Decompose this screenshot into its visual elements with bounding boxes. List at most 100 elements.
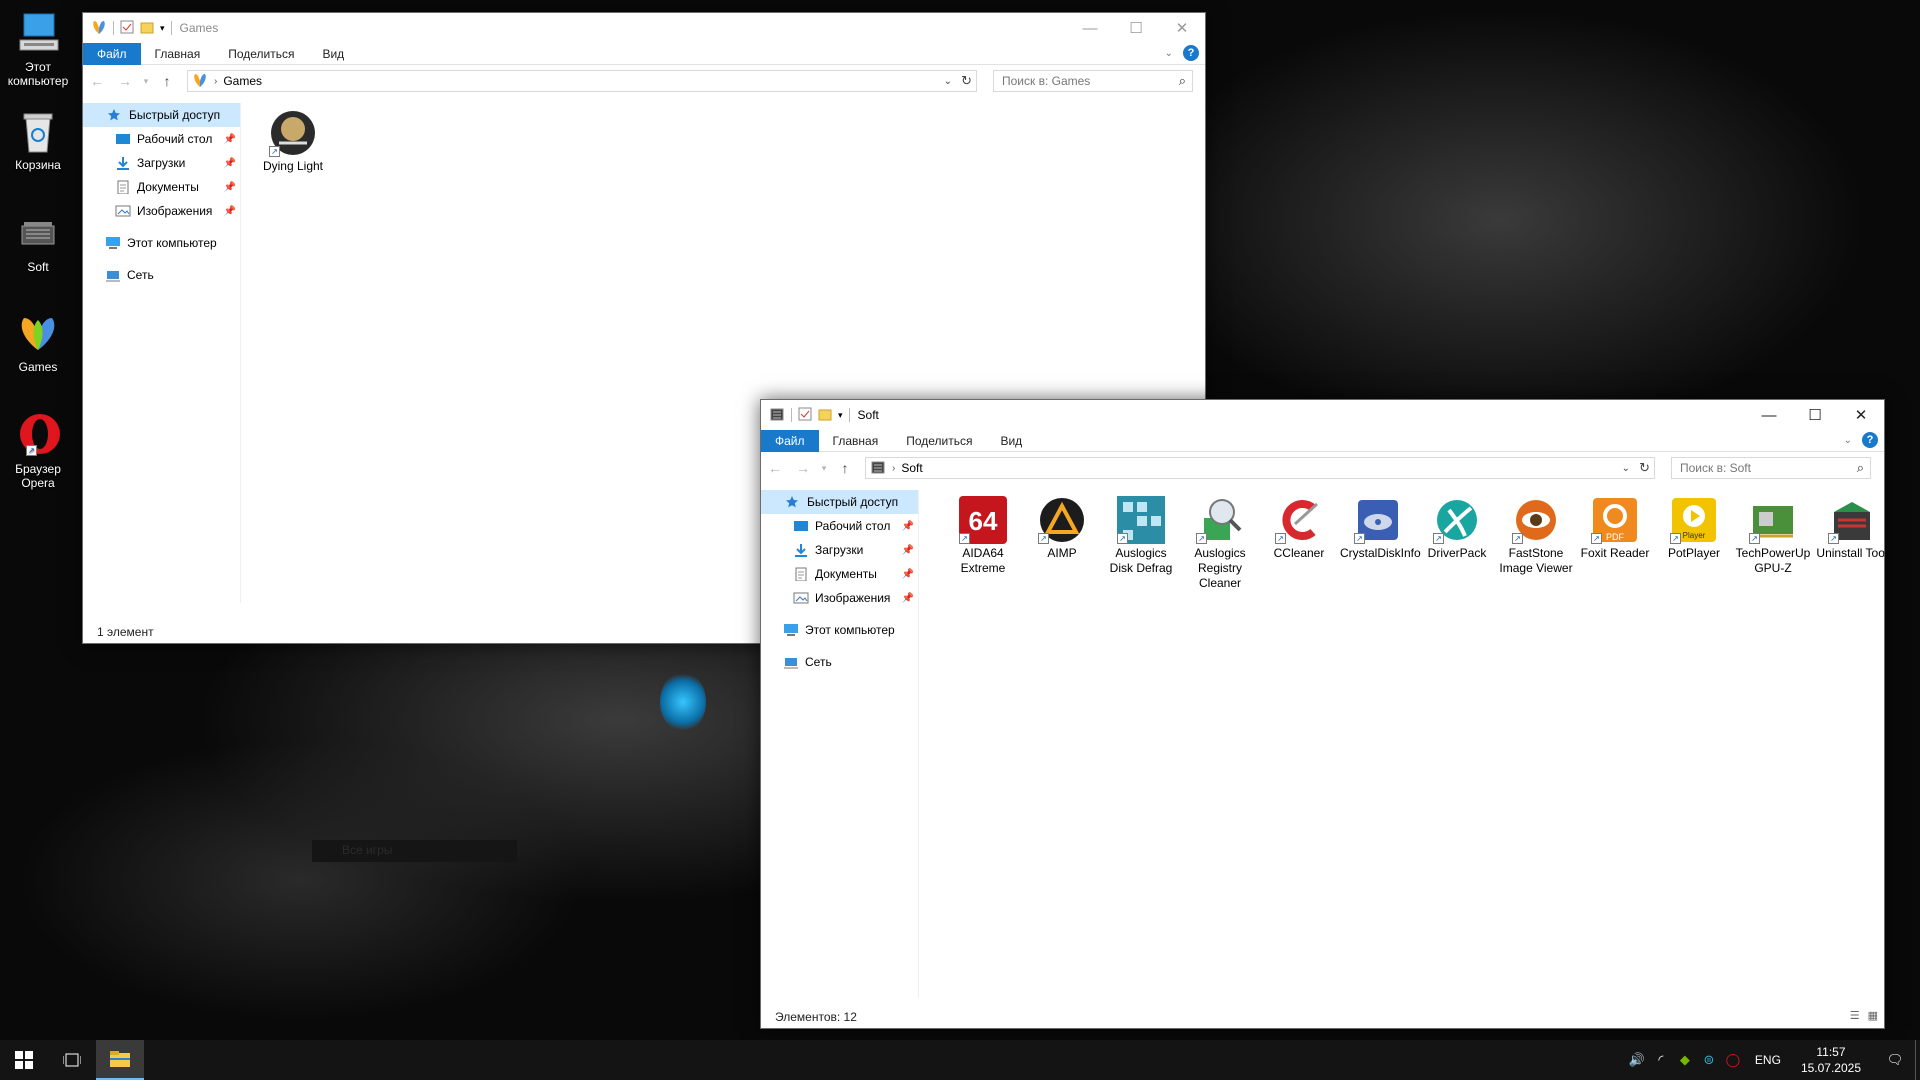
nav-desktop[interactable]: Рабочий стол 📌 [761, 514, 918, 538]
tab-home[interactable]: Главная [141, 43, 215, 65]
breadcrumb-chevron-icon[interactable]: › [214, 76, 217, 87]
pin-icon[interactable]: 📌 [902, 545, 914, 556]
file-item[interactable]: PDF ↗ Foxit Reader [1577, 496, 1653, 561]
large-icons-view-icon[interactable]: ▦ [1868, 1009, 1878, 1022]
chevron-down-icon[interactable]: ▾ [838, 410, 843, 421]
pin-icon[interactable]: 📌 [224, 206, 236, 217]
nav-desktop[interactable]: Рабочий стол 📌 [83, 127, 240, 151]
chevron-down-icon[interactable]: ▾ [160, 23, 165, 34]
new-folder-icon[interactable] [818, 407, 832, 424]
tab-file[interactable]: Файл [83, 42, 141, 65]
back-button[interactable]: ← [761, 460, 789, 476]
forward-button[interactable]: → [111, 73, 139, 89]
maximize-button[interactable]: ☐ [1792, 400, 1838, 430]
address-bar[interactable]: › Soft ⌄ ↻ [865, 457, 1655, 479]
file-item[interactable]: ↗ AIMP [1024, 496, 1100, 561]
nav-downloads[interactable]: Загрузки 📌 [83, 151, 240, 175]
tray-app-icon[interactable]: ⊜ [1697, 1052, 1721, 1068]
nav-documents[interactable]: Документы 📌 [83, 175, 240, 199]
close-button[interactable]: ✕ [1159, 13, 1205, 43]
address-dropdown-icon[interactable]: ⌄ [944, 76, 952, 87]
address-dropdown-icon[interactable]: ⌄ [1622, 463, 1630, 474]
search-icon[interactable]: ⌕ [1857, 460, 1864, 476]
new-folder-icon[interactable] [140, 20, 154, 37]
file-item[interactable]: ↗ Auslogics Registry Cleaner [1182, 496, 1258, 591]
nvidia-icon[interactable]: ◆ [1673, 1052, 1697, 1068]
properties-icon[interactable] [120, 20, 134, 37]
tab-home[interactable]: Главная [819, 430, 893, 452]
details-view-icon[interactable]: ☰ [1850, 1009, 1860, 1022]
wifi-icon[interactable]: ◜ [1649, 1052, 1673, 1068]
tab-view[interactable]: Вид [308, 43, 358, 65]
help-icon[interactable]: ? [1183, 45, 1199, 61]
clock[interactable]: 11:57 15.07.2025 [1791, 1044, 1875, 1076]
maximize-button[interactable]: ☐ [1113, 13, 1159, 43]
expand-ribbon-icon[interactable]: ⌄ [1844, 435, 1852, 446]
recent-locations-button[interactable]: ▾ [139, 76, 153, 87]
desktop-icon-soft[interactable]: Soft [2, 210, 74, 274]
file-item[interactable]: 64 ↗ AIDA64 Extreme [945, 496, 1021, 576]
taskbar-file-explorer[interactable] [96, 1040, 144, 1080]
show-desktop-button[interactable] [1915, 1040, 1920, 1080]
pin-icon[interactable]: 📌 [902, 521, 914, 532]
file-item[interactable]: ↗ TechPowerUp GPU-Z [1735, 496, 1811, 576]
file-item[interactable]: ↗ CrystalDiskInfo [1340, 496, 1421, 561]
soft-explorer-window[interactable]: ▾ Soft — ☐ ✕ Файл Главная Поделиться Вид… [760, 399, 1888, 1029]
language-indicator[interactable]: ENG [1745, 1053, 1791, 1067]
search-box[interactable]: Поиск в: Soft ⌕ [1671, 457, 1871, 479]
pin-icon[interactable]: 📌 [902, 569, 914, 580]
minimize-button[interactable]: — [1746, 400, 1792, 430]
task-view-button[interactable] [48, 1040, 96, 1080]
nav-pictures[interactable]: Изображения 📌 [761, 586, 918, 610]
volume-icon[interactable]: 🔊 [1625, 1052, 1649, 1068]
title-bar[interactable]: ▾ Soft — ☐ ✕ [761, 400, 1884, 430]
file-item[interactable]: ↗ Uninstall Tool [1814, 496, 1890, 561]
up-button[interactable]: ↑ [153, 73, 181, 89]
desktop-icon-opera[interactable]: ↗ Браузер Opera [2, 412, 74, 490]
breadcrumb-current[interactable]: Games [223, 74, 262, 88]
file-dying-light[interactable]: ↗ Dying Light [255, 109, 331, 174]
nav-quick-access[interactable]: Быстрый доступ [761, 490, 918, 514]
recent-locations-button[interactable]: ▾ [817, 463, 831, 474]
address-bar[interactable]: › Games ⌄ ↻ [187, 70, 977, 92]
properties-icon[interactable] [798, 407, 812, 424]
file-item[interactable]: ↗ CCleaner [1261, 496, 1337, 561]
nav-this-pc[interactable]: Этот компьютер [83, 231, 240, 255]
start-button[interactable] [0, 1040, 48, 1080]
pin-icon[interactable]: 📌 [224, 158, 236, 169]
search-box[interactable]: Поиск в: Games ⌕ [993, 70, 1193, 92]
file-item[interactable]: Player ↗ PotPlayer [1656, 496, 1732, 561]
refresh-icon[interactable]: ↻ [1639, 460, 1650, 476]
nav-documents[interactable]: Документы 📌 [761, 562, 918, 586]
opera-tray-icon[interactable]: ◯ [1721, 1052, 1745, 1068]
close-button[interactable]: ✕ [1838, 400, 1884, 430]
search-input[interactable]: Поиск в: Soft [1680, 461, 1751, 475]
pin-icon[interactable]: 📌 [902, 593, 914, 604]
tab-share[interactable]: Поделиться [214, 43, 308, 65]
nav-downloads[interactable]: Загрузки 📌 [761, 538, 918, 562]
tab-share[interactable]: Поделиться [892, 430, 986, 452]
search-icon[interactable]: ⌕ [1179, 73, 1186, 89]
pin-icon[interactable]: 📌 [224, 134, 236, 145]
nav-pictures[interactable]: Изображения 📌 [83, 199, 240, 223]
forward-button[interactable]: → [789, 460, 817, 476]
help-icon[interactable]: ? [1862, 432, 1878, 448]
breadcrumb-current[interactable]: Soft [901, 461, 922, 475]
expand-ribbon-icon[interactable]: ⌄ [1165, 48, 1173, 59]
desktop-icon-this-pc[interactable]: Этот компьютер [2, 10, 74, 88]
up-button[interactable]: ↑ [831, 460, 859, 476]
minimize-button[interactable]: — [1067, 13, 1113, 43]
back-button[interactable]: ← [83, 73, 111, 89]
notifications-icon[interactable]: 🗨 [1875, 1052, 1915, 1068]
pin-icon[interactable]: 📌 [224, 182, 236, 193]
file-item[interactable]: ↗ DriverPack [1419, 496, 1495, 561]
nav-network[interactable]: Сеть [83, 263, 240, 287]
nav-quick-access[interactable]: Быстрый доступ [83, 103, 240, 127]
tab-file[interactable]: Файл [761, 429, 819, 452]
search-input[interactable]: Поиск в: Games [1002, 74, 1090, 88]
file-item[interactable]: ↗ FastStone Image Viewer [1498, 496, 1574, 576]
file-item[interactable]: ↗ Auslogics Disk Defrag [1103, 496, 1179, 576]
refresh-icon[interactable]: ↻ [961, 73, 972, 89]
breadcrumb-chevron-icon[interactable]: › [892, 463, 895, 474]
title-bar[interactable]: ▾ Games — ☐ ✕ [83, 13, 1205, 43]
